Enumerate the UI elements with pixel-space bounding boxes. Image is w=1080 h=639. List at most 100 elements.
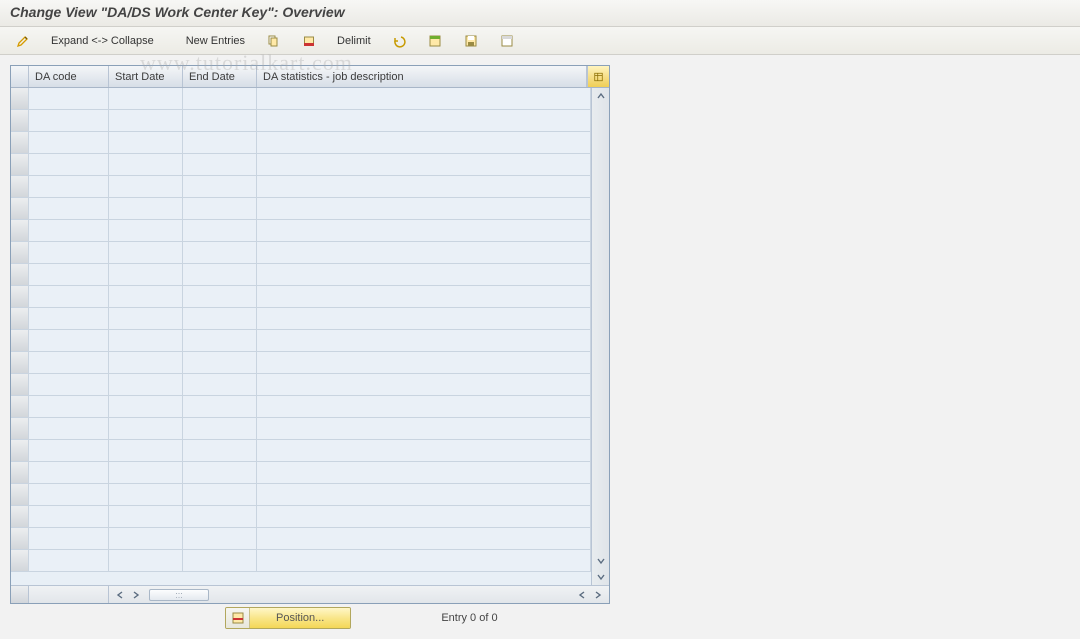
- cell-start-date[interactable]: [109, 220, 183, 241]
- expand-collapse-button[interactable]: Expand <-> Collapse: [44, 31, 161, 51]
- cell-da-code[interactable]: [29, 528, 109, 549]
- scroll-left-button[interactable]: [113, 588, 127, 602]
- cell-start-date[interactable]: [109, 374, 183, 395]
- cell-description[interactable]: [257, 374, 591, 395]
- cell-da-code[interactable]: [29, 154, 109, 175]
- cell-da-code[interactable]: [29, 418, 109, 439]
- cell-description[interactable]: [257, 198, 591, 219]
- row-selector[interactable]: [11, 88, 29, 109]
- deselect-all-button[interactable]: [492, 31, 522, 51]
- cell-description[interactable]: [257, 220, 591, 241]
- cell-start-date[interactable]: [109, 528, 183, 549]
- cell-start-date[interactable]: [109, 418, 183, 439]
- cell-start-date[interactable]: [109, 132, 183, 153]
- cell-end-date[interactable]: [183, 154, 257, 175]
- table-row[interactable]: [11, 506, 591, 528]
- cell-da-code[interactable]: [29, 396, 109, 417]
- cell-end-date[interactable]: [183, 330, 257, 351]
- cell-start-date[interactable]: [109, 440, 183, 461]
- table-row[interactable]: [11, 110, 591, 132]
- row-selector[interactable]: [11, 176, 29, 197]
- horizontal-scroll-thumb[interactable]: :::: [149, 589, 209, 601]
- cell-description[interactable]: [257, 176, 591, 197]
- row-selector[interactable]: [11, 198, 29, 219]
- cell-start-date[interactable]: [109, 396, 183, 417]
- row-selector[interactable]: [11, 528, 29, 549]
- cell-da-code[interactable]: [29, 176, 109, 197]
- cell-end-date[interactable]: [183, 242, 257, 263]
- table-row[interactable]: [11, 242, 591, 264]
- cell-end-date[interactable]: [183, 176, 257, 197]
- row-selector[interactable]: [11, 242, 29, 263]
- row-selector[interactable]: [11, 440, 29, 461]
- cell-description[interactable]: [257, 264, 591, 285]
- cell-da-code[interactable]: [29, 330, 109, 351]
- cell-da-code[interactable]: [29, 242, 109, 263]
- cell-da-code[interactable]: [29, 198, 109, 219]
- column-header-start-date[interactable]: Start Date: [109, 66, 183, 87]
- table-row[interactable]: [11, 330, 591, 352]
- cell-start-date[interactable]: [109, 484, 183, 505]
- cell-da-code[interactable]: [29, 462, 109, 483]
- new-entries-button[interactable]: New Entries: [179, 31, 252, 51]
- cell-da-code[interactable]: [29, 132, 109, 153]
- cell-end-date[interactable]: [183, 528, 257, 549]
- scroll-down-button-2[interactable]: [592, 569, 609, 585]
- cell-end-date[interactable]: [183, 220, 257, 241]
- scroll-right-button-2[interactable]: [591, 588, 605, 602]
- cell-start-date[interactable]: [109, 264, 183, 285]
- cell-start-date[interactable]: [109, 176, 183, 197]
- cell-end-date[interactable]: [183, 88, 257, 109]
- table-row[interactable]: [11, 352, 591, 374]
- cell-end-date[interactable]: [183, 418, 257, 439]
- delete-button[interactable]: [294, 31, 324, 51]
- row-selector[interactable]: [11, 462, 29, 483]
- select-all-button[interactable]: [420, 31, 450, 51]
- row-selector[interactable]: [11, 264, 29, 285]
- table-row[interactable]: [11, 440, 591, 462]
- table-row[interactable]: [11, 154, 591, 176]
- table-row[interactable]: [11, 484, 591, 506]
- cell-end-date[interactable]: [183, 462, 257, 483]
- cell-start-date[interactable]: [109, 286, 183, 307]
- cell-description[interactable]: [257, 418, 591, 439]
- cell-da-code[interactable]: [29, 550, 109, 571]
- table-row[interactable]: [11, 286, 591, 308]
- column-header-end-date[interactable]: End Date: [183, 66, 257, 87]
- cell-start-date[interactable]: [109, 198, 183, 219]
- cell-description[interactable]: [257, 506, 591, 527]
- table-row[interactable]: [11, 132, 591, 154]
- scroll-down-button[interactable]: [592, 553, 609, 569]
- table-row[interactable]: [11, 176, 591, 198]
- row-selector[interactable]: [11, 308, 29, 329]
- vertical-scrollbar[interactable]: [591, 88, 609, 585]
- cell-description[interactable]: [257, 462, 591, 483]
- cell-description[interactable]: [257, 352, 591, 373]
- cell-start-date[interactable]: [109, 550, 183, 571]
- table-row[interactable]: [11, 88, 591, 110]
- cell-start-date[interactable]: [109, 330, 183, 351]
- cell-end-date[interactable]: [183, 308, 257, 329]
- cell-start-date[interactable]: [109, 462, 183, 483]
- column-header-description[interactable]: DA statistics - job description: [257, 66, 587, 87]
- cell-da-code[interactable]: [29, 264, 109, 285]
- table-row[interactable]: [11, 462, 591, 484]
- cell-da-code[interactable]: [29, 374, 109, 395]
- toggle-change-button[interactable]: [8, 31, 38, 51]
- cell-description[interactable]: [257, 88, 591, 109]
- horizontal-scrollbar[interactable]: :::: [11, 585, 609, 603]
- row-selector[interactable]: [11, 484, 29, 505]
- cell-end-date[interactable]: [183, 396, 257, 417]
- cell-description[interactable]: [257, 110, 591, 131]
- cell-description[interactable]: [257, 396, 591, 417]
- row-selector-header[interactable]: [11, 66, 29, 87]
- cell-description[interactable]: [257, 550, 591, 571]
- row-selector[interactable]: [11, 352, 29, 373]
- row-selector[interactable]: [11, 418, 29, 439]
- row-selector[interactable]: [11, 154, 29, 175]
- column-header-da-code[interactable]: DA code: [29, 66, 109, 87]
- row-selector[interactable]: [11, 110, 29, 131]
- cell-description[interactable]: [257, 528, 591, 549]
- scroll-up-button[interactable]: [592, 88, 609, 104]
- table-settings-button[interactable]: [587, 66, 609, 87]
